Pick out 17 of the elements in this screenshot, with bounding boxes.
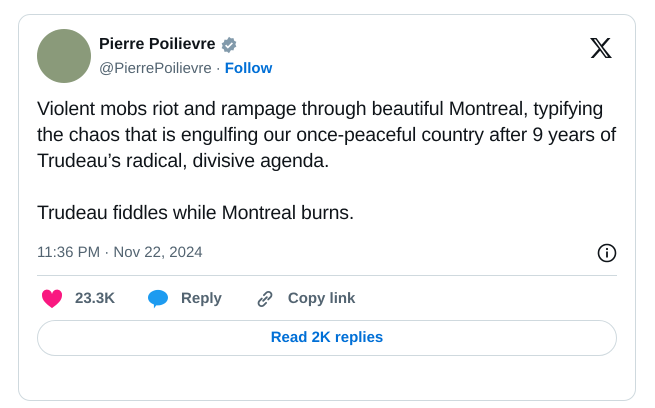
author-handle: @PierrePoilievre [99,59,212,79]
separator-dot: · [216,59,221,79]
follow-link[interactable]: Follow [224,58,272,80]
tweet-timestamp: 11:36 PM · Nov 22, 2024 [37,243,203,263]
verified-badge-icon [220,36,238,54]
x-logo-icon[interactable] [589,37,613,59]
info-icon[interactable] [597,243,617,264]
copy-action[interactable]: Copy link [254,288,356,310]
reply-action[interactable]: Reply [147,288,222,310]
tweet-text: Trudeau fiddles while Montreal burns. [37,201,356,226]
like-action[interactable]: 23.3K [41,288,116,310]
author-name: Pierre Poilievre [99,35,216,55]
heart-icon [41,288,63,309]
tweet-text: Violent mobs riot and rampage through beautiful Montreal, typifying the chaos that is engulfing our once-peaceful country after 9 years of Trudeau’s radical, divisive agenda. [37,97,617,174]
avatar-placeholder [37,29,91,83]
speech-bubble-icon [147,288,170,309]
read-replies-button[interactable]: Read 2K replies [37,320,617,356]
